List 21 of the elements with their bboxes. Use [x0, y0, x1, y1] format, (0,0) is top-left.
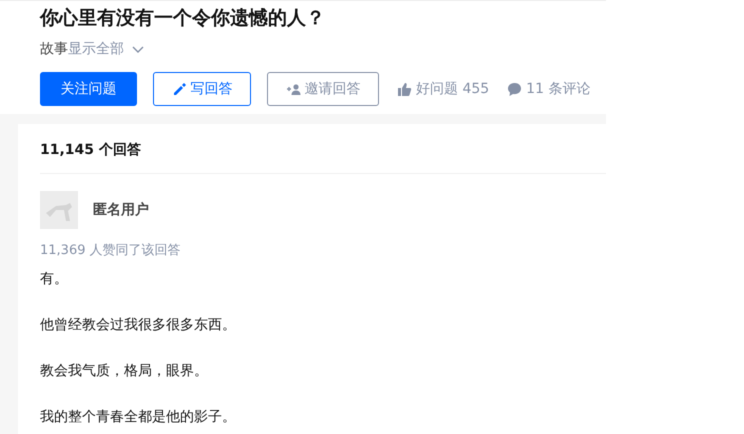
add-person-icon — [286, 82, 300, 96]
speech-bubble-icon — [507, 82, 522, 96]
thumbs-up-icon — [397, 82, 412, 96]
invite-button[interactable]: 邀请回答 — [267, 72, 379, 106]
answer-count: 11,145 个回答 — [40, 124, 606, 174]
answer-paragraph: 有。 — [40, 270, 69, 289]
question-title: 你心里有没有一个令你遗憾的人？ — [40, 6, 326, 31]
answer-paragraph: 他曾经教会过我很多很多东西。 — [40, 316, 237, 335]
follow-button[interactable]: 关注问题 — [40, 72, 137, 106]
pencil-icon — [172, 82, 186, 96]
write-answer-button[interactable]: 写回答 — [153, 72, 251, 106]
topic-tag[interactable]: 故事 — [40, 40, 68, 58]
avatar-icon — [40, 191, 78, 229]
good-question-button[interactable]: 好问题 455 — [397, 80, 490, 98]
expand-link[interactable]: 显示全部 — [68, 40, 124, 58]
author-name[interactable]: 匿名用户 — [93, 201, 149, 219]
comments-button[interactable]: 11 条评论 — [507, 80, 590, 98]
answer-paragraph: 教会我气质，格局，眼界。 — [40, 362, 209, 381]
answer-paragraph: 我的整个青春全都是他的影子。 — [40, 408, 237, 427]
vote-count: 11,369 人赞同了该回答 — [40, 242, 182, 259]
chevron-down-icon — [132, 44, 144, 54]
